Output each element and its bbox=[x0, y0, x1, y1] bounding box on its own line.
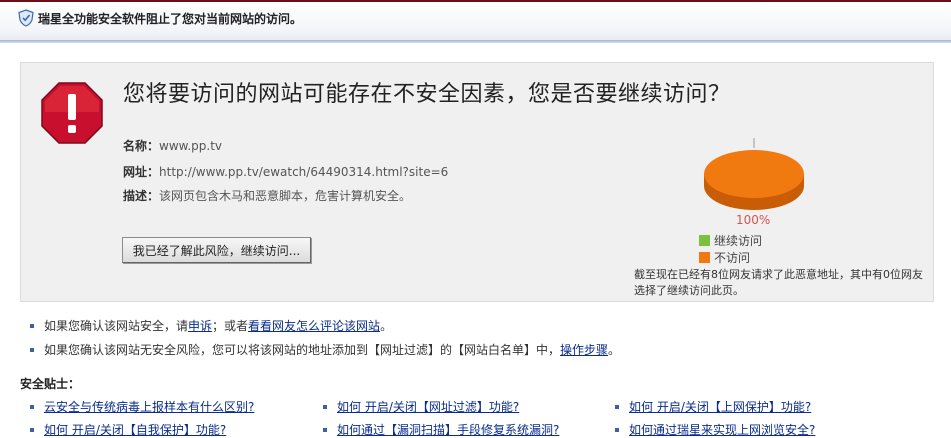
legend-swatch-not-visit bbox=[699, 252, 710, 263]
site-desc-value: 该网页包含木马和恶意脚本，危害计算机安全。 bbox=[159, 189, 412, 203]
bullet-dot bbox=[30, 405, 34, 409]
top-bar-divider bbox=[0, 40, 951, 43]
tip-item: 如何 开启/关闭【自我保护】功能? bbox=[30, 421, 226, 438]
tip-link-vuln-scan[interactable]: 如何通过【漏洞扫描】手段修复系统漏洞? bbox=[337, 423, 559, 437]
bullet-dot bbox=[323, 428, 327, 432]
legend-item-not-visit: 不访问 bbox=[699, 249, 750, 266]
tip-item: 如何 开启/关闭【上网保护】功能? bbox=[615, 398, 811, 415]
block-notice-title: 瑞星全功能安全软件阻止了您对当前网站的访问。 bbox=[38, 12, 303, 26]
bullet-appeal: 如果您确认该网站安全，请申诉；或者看看网友怎么评论该网站。 bbox=[30, 317, 392, 334]
bullet-text: 。 bbox=[608, 343, 621, 357]
legend-item-continue: 继续访问 bbox=[699, 232, 762, 249]
bullet-text: 如果您确认该网站无安全风险，您可以将该网站的地址添加到【网址过滤】的【网站白名单… bbox=[44, 343, 561, 357]
site-url-value: http://www.pp.tv/ewatch/64490314.html?si… bbox=[159, 165, 449, 179]
bullet-text: 。 bbox=[380, 319, 393, 333]
pie-slice-not-visit bbox=[704, 150, 804, 198]
site-name-row: 名称：www.pp.tv bbox=[123, 137, 222, 154]
view-comments-link[interactable]: 看看网友怎么评论该网站 bbox=[248, 319, 380, 333]
legend-label-continue: 继续访问 bbox=[714, 234, 763, 248]
legend-swatch-continue bbox=[699, 235, 710, 246]
tip-link-url-filter[interactable]: 如何 开启/关闭【网址过滤】功能? bbox=[337, 400, 519, 414]
visit-stats-text: 截至现在已经有8位网友请求了此恶意地址，其中有0位网友选择了继续访问此页。 bbox=[634, 268, 923, 297]
tip-item: 如何通过【漏洞扫描】手段修复系统漏洞? bbox=[323, 421, 559, 438]
legend-label-not-visit: 不访问 bbox=[714, 251, 751, 265]
operation-steps-link[interactable]: 操作步骤 bbox=[560, 343, 608, 357]
bullet-dot bbox=[30, 324, 34, 328]
appeal-link[interactable]: 申诉 bbox=[188, 319, 212, 333]
tip-item: 如何通过瑞星来实现上网浏览安全? bbox=[615, 421, 815, 438]
tip-item: 如何 开启/关闭【网址过滤】功能? bbox=[323, 398, 519, 415]
bullet-dot bbox=[615, 428, 619, 432]
shield-icon bbox=[18, 9, 34, 27]
continue-visit-button[interactable]: 我已经了解此风险，继续访问... bbox=[122, 237, 311, 263]
bullet-dot bbox=[30, 428, 34, 432]
pie-data-label: 100% bbox=[736, 213, 771, 227]
bullet-dot bbox=[30, 348, 34, 352]
security-tips-title: 安全贴士： bbox=[20, 377, 81, 391]
tip-link-self-protection[interactable]: 如何 开启/关闭【自我保护】功能? bbox=[44, 423, 226, 437]
warning-headline: 您将要访问的网站可能存在不安全因素，您是否要继续访问？ bbox=[123, 82, 731, 107]
bullet-text: 如果您确认该网站安全，请 bbox=[44, 319, 189, 333]
bullet-whitelist: 如果您确认该网站无安全风险，您可以将该网站的地址添加到【网址过滤】的【网站白名单… bbox=[30, 341, 620, 358]
site-name-label: 名称： bbox=[123, 139, 160, 153]
site-url-row: 网址：http://www.pp.tv/ewatch/64490314.html… bbox=[123, 163, 448, 180]
site-url-label: 网址： bbox=[123, 165, 160, 179]
bullet-dot bbox=[323, 405, 327, 409]
stop-warning-icon bbox=[41, 82, 103, 144]
bullet-text: ；或者 bbox=[212, 319, 249, 333]
tip-link-browse-safety[interactable]: 如何通过瑞星来实现上网浏览安全? bbox=[629, 423, 815, 437]
tip-item: 云安全与传统病毒上报样本有什么区别? bbox=[30, 398, 254, 415]
site-desc-row: 描述：该网页包含木马和恶意脚本，危害计算机安全。 bbox=[123, 187, 411, 204]
visit-choice-pie-chart bbox=[704, 138, 804, 210]
bullet-dot bbox=[615, 405, 619, 409]
tip-link-cloud-security[interactable]: 云安全与传统病毒上报样本有什么区别? bbox=[44, 400, 254, 414]
tip-link-web-protection[interactable]: 如何 开启/关闭【上网保护】功能? bbox=[629, 400, 811, 414]
site-desc-label: 描述： bbox=[123, 189, 160, 203]
site-name-value: www.pp.tv bbox=[159, 139, 223, 153]
